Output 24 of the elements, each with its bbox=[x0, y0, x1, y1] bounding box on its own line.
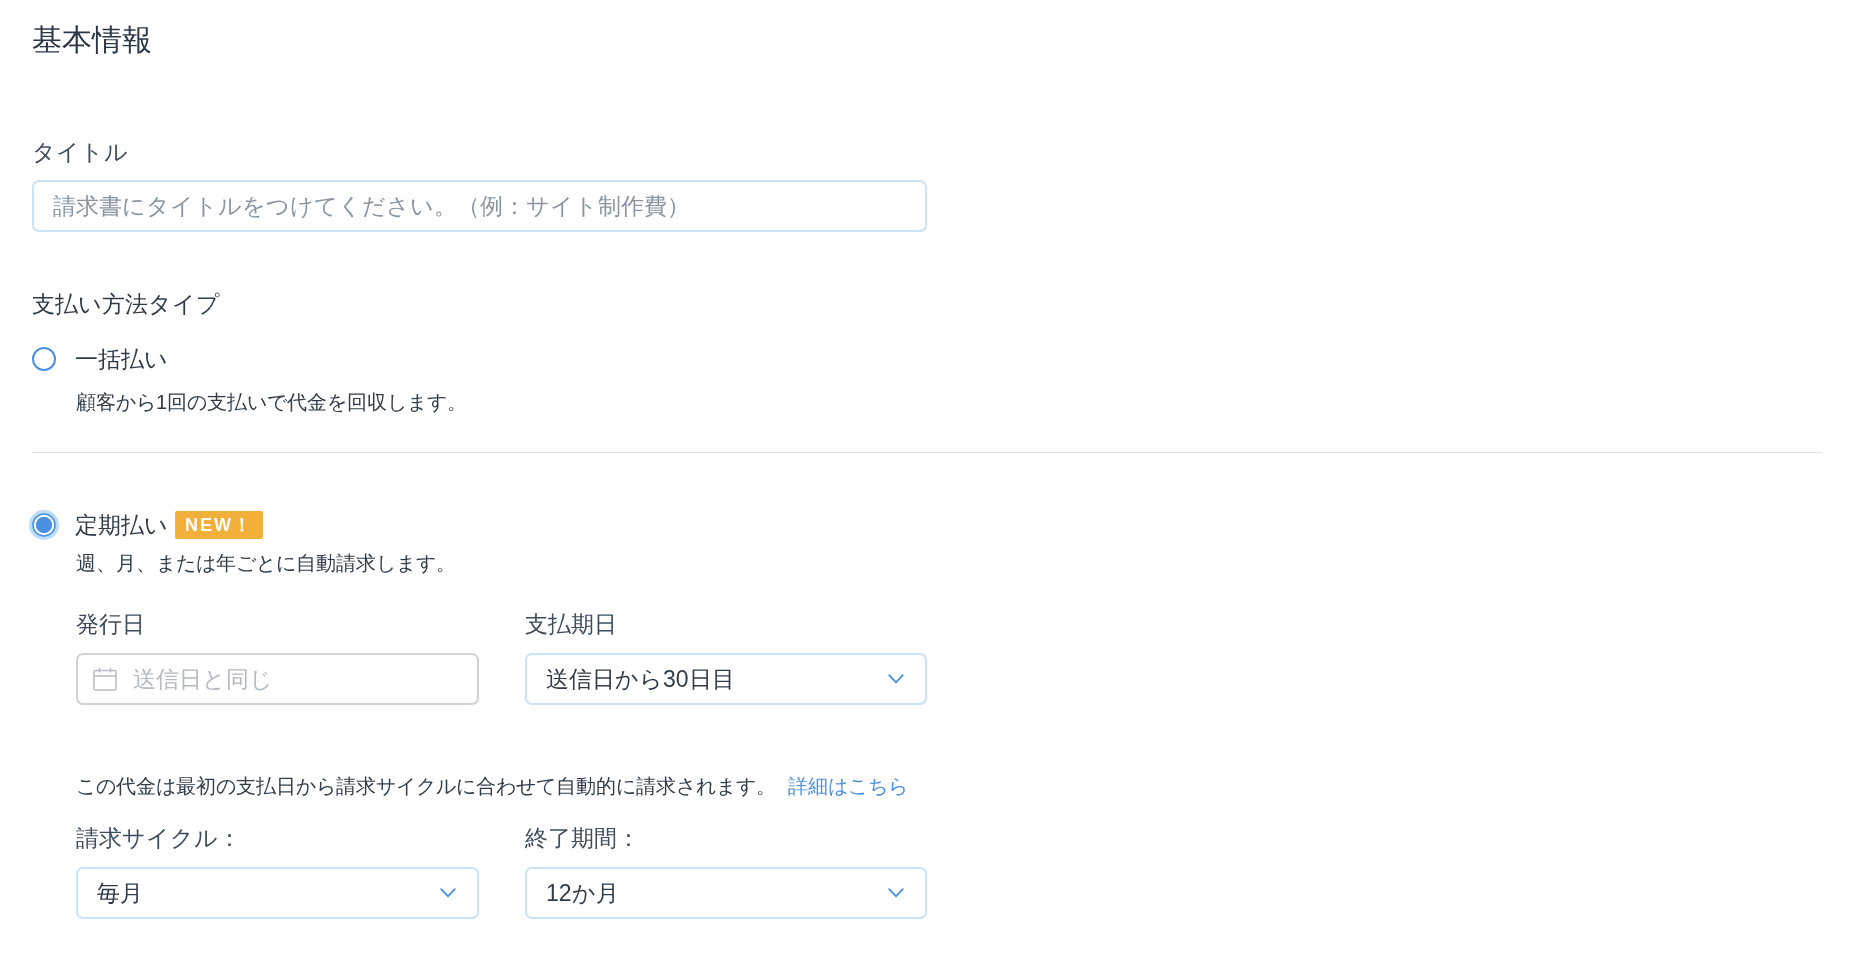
field-label: タイトル bbox=[32, 138, 128, 167]
chevron-down-icon bbox=[888, 674, 904, 684]
group-label: 支払い方法タイプ bbox=[32, 290, 220, 319]
calendar-icon bbox=[93, 667, 117, 691]
dropdown[interactable]: 毎月 bbox=[76, 867, 479, 919]
chevron-down-icon bbox=[440, 888, 456, 898]
radio-button[interactable] bbox=[32, 347, 56, 371]
radio-label[interactable]: 定期払い bbox=[75, 510, 168, 540]
section-heading: 基本情報 bbox=[32, 22, 152, 58]
option-description: 顧客から1回の支払いで代金を回収します。 bbox=[76, 390, 468, 415]
billing-note: この代金は最初の支払日から請求サイクルに合わせて自動的に請求されます。 詳細はこちら bbox=[76, 774, 908, 799]
field-label: 終了期間： bbox=[525, 824, 640, 853]
chevron-down-icon bbox=[888, 888, 904, 898]
dropdown[interactable]: 12か月 bbox=[525, 867, 927, 919]
title-input[interactable]: 請求書にタイトルをつけてください。（例：サイト制作費） bbox=[32, 180, 927, 232]
field-label: 請求サイクル： bbox=[76, 824, 241, 853]
option-description: 週、月、または年ごとに自動請求します。 bbox=[76, 551, 456, 576]
date-field[interactable]: 送信日と同じ bbox=[76, 653, 479, 705]
field-label: 支払期日 bbox=[525, 610, 617, 639]
dropdown[interactable]: 送信日から30日目 bbox=[525, 653, 927, 705]
radio-button[interactable] bbox=[29, 510, 59, 540]
new-badge: NEW！ bbox=[175, 511, 263, 539]
radio-label[interactable]: 一括払い bbox=[75, 344, 168, 374]
field-label: 発行日 bbox=[76, 610, 145, 639]
